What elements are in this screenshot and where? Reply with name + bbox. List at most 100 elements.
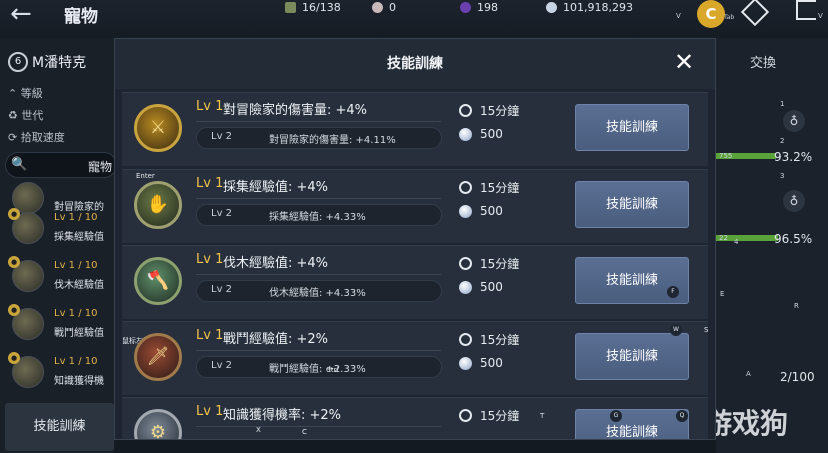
skill-level: Lv 1 / 10 [54,212,98,223]
silver-coin-icon [459,281,472,294]
training-time: 15分鐘 [480,181,520,195]
progress-percent: 96.5% [774,232,813,246]
list-item[interactable]: ● Lv 1 / 10 戰鬥經驗值 [4,304,114,348]
list-item[interactable]: ● Lv 1 / 10 知識獲得機 [4,352,114,396]
resource-pearl: 0 [372,0,396,14]
stat-label: 等級 [20,87,43,100]
stat-pickup-speed: ⟳ 拾取速度 [8,131,65,144]
dialog-header: 技能訓練 ✕ [115,39,715,89]
resource-capacity: 16/138 [285,0,341,14]
skill-training-dialog: 技能訓練 ✕ ⚔ Lv 1 對冒險家的傷害量: +4% Lv 2 對冒險家的傷害… [114,38,716,440]
skill-level: Lv 1 [196,176,224,191]
training-cost: 500 [480,204,503,218]
key-hint: 1 [780,100,785,108]
key-hint: Enter [136,172,155,180]
list-item[interactable]: ● Lv 1 / 10 伐木經驗值 [4,256,114,300]
key-hint: Tab [724,14,735,21]
key-hint: A [746,370,751,378]
diamond-menu-icon[interactable] [740,0,770,27]
clock-icon [459,409,472,422]
watermark: 游戏狗 [704,407,789,440]
key-hint: X [256,426,261,434]
back-arrow-icon[interactable]: ← [10,0,32,28]
next-level: Lv 2 [211,284,233,295]
skill-effect: 伐木經驗值: +4% [223,256,329,271]
key-hint: Q [676,410,688,422]
training-time: 15分鐘 [480,333,520,347]
skill-level: Lv 1 / 10 [54,260,98,271]
key-hint: T [540,412,545,420]
clock-icon [459,257,472,270]
skill-level: Lv 1 [196,328,224,343]
gauge-value: 755 [719,152,733,160]
stat-label: 世代 [21,109,44,122]
pet-tier-badge: 6 [8,52,28,72]
next-level: Lv 2 [211,131,233,142]
next-level-preview: Lv 2 戰鬥經驗值: +2.33% [196,356,442,378]
gathering-exp-icon: ✋ [134,181,182,229]
page-indicator: 2/100 [780,370,815,384]
next-effect: 對冒險家的傷害量: +4.11% [269,135,396,146]
dialog-title: 技能訓練 [387,56,443,72]
training-cost: 500 [480,280,503,294]
train-skill-button[interactable]: 技能訓練 [575,181,689,228]
training-cost: 500 [480,127,503,141]
divider [196,274,441,275]
key-hint: G [610,410,622,422]
key-hint: E [720,290,725,298]
skill-effect: 對冒險家的傷害量: +4% [223,103,368,118]
stat-generation: ♻ 世代 [8,109,44,122]
lock-icon: ● [8,208,20,220]
bell-icon[interactable]: ♁ [783,110,805,132]
train-skill-button[interactable]: 技能訓練 [575,409,689,439]
next-level: Lv 2 [211,360,233,371]
divider [196,426,441,427]
resource-value: 0 [389,0,396,14]
tab-exchange[interactable]: 交換 [716,46,810,82]
resource-value: 16/138 [302,0,341,14]
pearl-icon [372,1,383,13]
training-cost: 500 [480,356,503,370]
divider [196,350,441,351]
silver-coin-icon [459,205,472,218]
skill-level: Lv 1 [196,252,224,267]
skill-training-tab-button[interactable]: 技能訓練 [5,403,114,451]
next-effect: 戰鬥經驗值: +2.33% [269,364,366,375]
skill-effect: 知識獲得機率: +2% [223,408,342,423]
skill-name: 戰鬥經驗值 [54,328,104,339]
next-level: Lv 2 [211,208,233,219]
search-label: 寵物 [88,160,113,174]
resource-value: 101,918,293 [563,0,633,14]
key-hint: S [704,326,709,334]
skill-name: 伐木經驗值 [54,280,104,291]
lock-icon: ● [8,256,20,268]
top-bar: ← 寵物 16/138 0 198 101,918,293 V C Tab V [0,0,828,38]
exit-icon[interactable] [796,0,816,20]
divider [196,198,441,199]
skill-level: Lv 1 [196,99,224,114]
next-level-preview: Lv 2 採集經驗值: +4.33% [196,204,442,226]
skill-row: ⚙ Lv 1 知識獲得機率: +2% T X C 15分鐘 技能訓練 G Q [122,397,708,439]
pet-search-bar[interactable]: 🔍 寵物 [5,152,117,178]
energy-icon [460,1,471,13]
pet-header: 6 M潘特克 [8,52,86,72]
list-item[interactable]: ● Lv 1 / 10 採集經驗值 [4,208,114,252]
train-skill-button[interactable]: 技能訓練 [575,104,689,151]
key-hint: W [670,324,682,336]
knowledge-chance-icon: ⚙ [134,409,182,439]
bell-icon[interactable]: ♁ [783,190,805,212]
coin-shop-button[interactable]: C [697,0,725,28]
divider [196,121,441,122]
adventurer-damage-icon: ⚔ [134,104,182,152]
resource-silver: 101,918,293 [546,0,633,14]
skill-row: ⚔ Lv 1 對冒險家的傷害量: +4% Lv 2 對冒險家的傷害量: +4.1… [122,92,708,166]
training-time: 15分鐘 [480,257,520,271]
gauge-value: 22 [719,234,728,242]
stat-label: 拾取速度 [20,131,65,144]
next-level-preview: Lv 2 伐木經驗值: +4.33% [196,280,442,302]
key-hint: 2 [780,137,785,145]
close-icon[interactable]: ✕ [671,49,697,75]
skill-level: Lv 1 / 10 [54,308,98,319]
skill-row: 鼠标左键 🗡 Lv 1 戰鬥經驗值: +2% Lv 2 戰鬥經驗值: +2.33… [122,321,708,395]
train-skill-button[interactable]: 技能訓練 [575,333,689,380]
